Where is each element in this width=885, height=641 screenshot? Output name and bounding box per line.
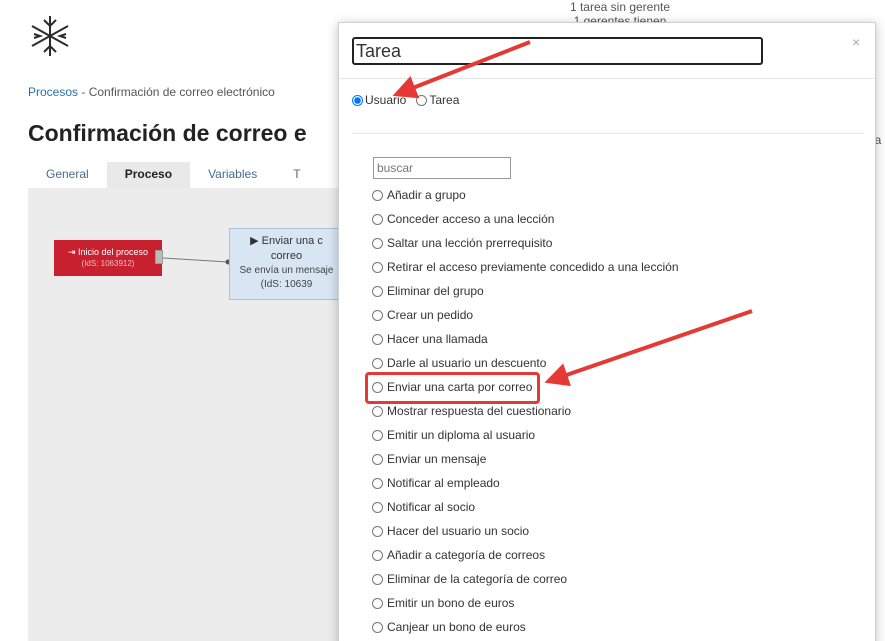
action-label: Hacer una llamada — [387, 332, 488, 346]
action-radio[interactable] — [372, 285, 383, 297]
modal-divider — [352, 133, 864, 134]
block-type-selector: Usuario Tarea — [352, 93, 469, 107]
action-make-partner[interactable]: Hacer del usuario un socio — [370, 519, 730, 543]
action-label: Crear un pedido — [387, 308, 474, 322]
action-radio[interactable] — [372, 309, 383, 321]
block-title-input[interactable] — [352, 37, 763, 65]
action-grant-lesson-access[interactable]: Conceder acceso a una lección — [370, 207, 730, 231]
action-label: Canjear un bono de euros — [387, 620, 526, 634]
action-radio[interactable] — [372, 357, 383, 369]
action-radio[interactable] — [372, 597, 383, 609]
modal-header: × — [339, 23, 875, 79]
action-radio[interactable] — [372, 573, 383, 585]
action-radio[interactable] — [372, 405, 383, 417]
action-radio[interactable] — [372, 453, 383, 465]
type-user-label: Usuario — [365, 93, 407, 107]
highlight-box — [365, 372, 540, 404]
action-radio[interactable] — [372, 549, 383, 561]
action-radio[interactable] — [372, 237, 383, 249]
search-input[interactable] — [373, 157, 511, 179]
type-option-task[interactable]: Tarea — [416, 93, 459, 107]
action-radio[interactable] — [372, 525, 383, 537]
close-icon[interactable]: × — [852, 34, 860, 50]
action-label: Emitir un bono de euros — [387, 596, 515, 610]
action-revoke-lesson-access[interactable]: Retirar el acceso previamente concedido … — [370, 255, 730, 279]
action-radio[interactable] — [372, 429, 383, 441]
action-issue-euro-voucher[interactable]: Emitir un bono de euros — [370, 591, 730, 615]
action-label: Añadir a grupo — [387, 188, 466, 202]
action-radio[interactable] — [372, 189, 383, 201]
type-task-label: Tarea — [429, 93, 460, 107]
action-label: Eliminar de la categoría de correo — [387, 572, 568, 586]
action-label: Saltar una lección prerrequisito — [387, 236, 553, 250]
action-remove-from-mail-category[interactable]: Eliminar de la categoría de correo — [370, 567, 730, 591]
action-radio[interactable] — [372, 333, 383, 345]
action-label: Eliminar del grupo — [387, 284, 484, 298]
action-label: Enviar un mensaje — [387, 452, 487, 466]
action-remove-from-group[interactable]: Eliminar del grupo — [370, 279, 730, 303]
type-task-radio[interactable] — [416, 94, 428, 106]
action-issue-diploma[interactable]: Emitir un diploma al usuario — [370, 423, 730, 447]
action-label: Hacer del usuario un socio — [387, 524, 530, 538]
action-notify-partner[interactable]: Notificar al socio — [370, 495, 730, 519]
action-label: Mostrar respuesta del cuestionario — [387, 404, 572, 418]
action-label: Darle al usuario un descuento — [387, 356, 547, 370]
action-radio[interactable] — [372, 621, 383, 633]
action-label: Emitir un diploma al usuario — [387, 428, 536, 442]
action-label: Notificar al socio — [387, 500, 476, 514]
action-add-to-mail-category[interactable]: Añadir a categoría de correos — [370, 543, 730, 567]
action-label: Conceder acceso a una lección — [387, 212, 555, 226]
action-create-order[interactable]: Crear un pedido — [370, 303, 730, 327]
action-skip-prerequisite[interactable]: Saltar una lección prerrequisito — [370, 231, 730, 255]
action-list: Añadir a grupo Conceder acceso a una lec… — [370, 183, 730, 639]
action-make-call[interactable]: Hacer una llamada — [370, 327, 730, 351]
action-label: Notificar al empleado — [387, 476, 500, 490]
action-label: Retirar el acceso previamente concedido … — [387, 260, 679, 274]
type-user-radio[interactable] — [352, 94, 363, 106]
action-send-message[interactable]: Enviar un mensaje — [370, 447, 730, 471]
type-option-user[interactable]: Usuario — [352, 93, 406, 107]
action-redeem-euro-voucher[interactable]: Canjear un bono de euros — [370, 615, 730, 639]
action-add-to-group[interactable]: Añadir a grupo — [370, 183, 730, 207]
action-radio[interactable] — [372, 213, 383, 225]
action-radio[interactable] — [372, 477, 383, 489]
new-block-modal: × Usuario Tarea Añadir a grupo Conceder … — [338, 22, 876, 641]
action-notify-employee[interactable]: Notificar al empleado — [370, 471, 730, 495]
action-radio[interactable] — [372, 261, 383, 273]
action-radio[interactable] — [372, 501, 383, 513]
action-label: Añadir a categoría de correos — [387, 548, 546, 562]
